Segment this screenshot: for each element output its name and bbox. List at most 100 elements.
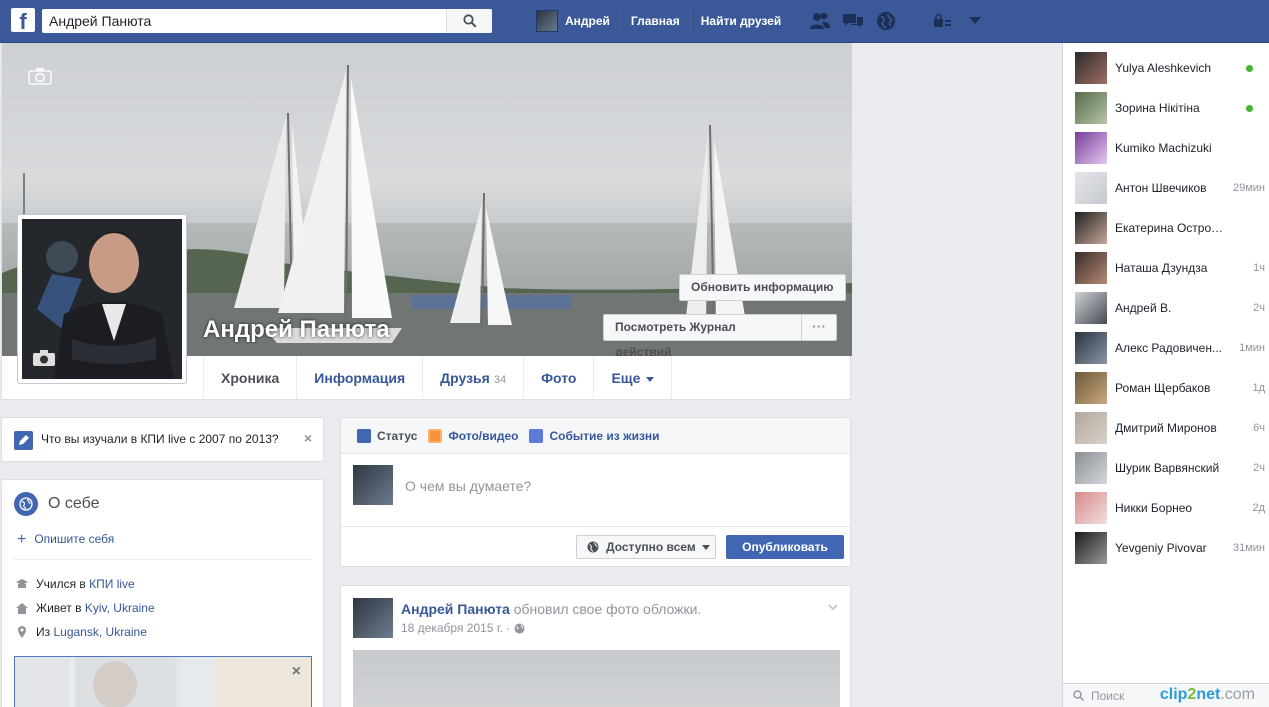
privacy-shortcuts-icon[interactable] <box>930 10 954 32</box>
chat-contact[interactable]: Yulya Aleshkevich <box>1075 52 1265 84</box>
chat-contact[interactable]: Дмитрий Миронов 6ч <box>1075 412 1265 444</box>
contact-avatar <box>1075 412 1107 444</box>
search-button[interactable] <box>446 9 492 33</box>
chat-contact[interactable]: Наташа Дзундза 1ч <box>1075 252 1265 284</box>
pencil-icon <box>357 428 371 443</box>
chat-contact[interactable]: Никки Борнео 2д <box>1075 492 1265 524</box>
publish-button[interactable]: Опубликовать <box>726 535 844 559</box>
last-active-time: 1ч <box>1253 262 1265 274</box>
messages-icon[interactable] <box>841 10 865 32</box>
contact-avatar <box>1075 372 1107 404</box>
post-header: Андрей Панюта обновил свое фото обложки. <box>401 601 702 617</box>
online-status-icon <box>1246 104 1253 112</box>
flag-icon <box>529 428 544 443</box>
composer-footer: Доступно всем Опубликовать <box>341 526 850 566</box>
profile-picture[interactable] <box>17 214 187 384</box>
facebook-logo-icon[interactable]: f <box>11 8 35 32</box>
friends-count: 34 <box>493 374 507 386</box>
chat-contact[interactable]: Антон Швечиков 29мин <box>1075 172 1265 204</box>
friend-requests-icon[interactable] <box>808 10 832 32</box>
chat-contact[interactable]: Kumiko Machizuki <box>1075 132 1265 164</box>
globe-icon <box>14 492 38 516</box>
education-icon <box>16 578 28 590</box>
nav-find-friends-link[interactable]: Найти друзей <box>691 10 791 32</box>
more-options-button[interactable]: ··· <box>801 314 837 341</box>
tab-about[interactable]: Информация <box>297 356 424 400</box>
audience-selector[interactable]: Доступно всем <box>576 535 716 559</box>
chat-contact[interactable]: Роман Щербаков 1д <box>1075 372 1265 404</box>
tab-more[interactable]: Еще <box>594 356 673 400</box>
contact-avatar <box>1075 252 1107 284</box>
globe-icon <box>514 623 525 633</box>
describe-yourself-link[interactable]: + Опишите себя <box>17 531 114 549</box>
chat-contact[interactable]: Андрей В. 2ч <box>1075 292 1265 324</box>
contact-avatar <box>1075 212 1107 244</box>
post-author-avatar[interactable] <box>353 598 393 638</box>
contact-name: Антон Швечиков <box>1115 181 1207 195</box>
contact-name: Наташа Дзундза <box>1115 261 1208 275</box>
contact-name: Екатерина Остроумова <box>1115 221 1225 235</box>
search-icon <box>1073 690 1084 701</box>
education-row: Учился в КПИ live <box>16 577 135 591</box>
post-author-link[interactable]: Андрей Панюта <box>401 601 510 617</box>
composer-tab-life-event[interactable]: Событие из жизни <box>529 428 660 443</box>
post-image[interactable] <box>353 650 840 707</box>
contact-name: Kumiko Machizuki <box>1115 141 1212 155</box>
chevron-down-icon <box>646 376 655 382</box>
contact-avatar <box>1075 452 1107 484</box>
chat-contact[interactable]: Екатерина Остроумова <box>1075 212 1265 244</box>
last-active-time: 31мин <box>1232 542 1265 554</box>
status-input[interactable]: О чем вы думаете? <box>405 478 531 494</box>
tab-friends[interactable]: Друзья 34 <box>423 356 525 400</box>
composer-tabs: Статус Фото/видео Событие из жизни <box>341 418 850 454</box>
chat-contact[interactable]: Yevgeniy Pivovar 31мин <box>1075 532 1265 564</box>
online-status-icon <box>1246 64 1253 72</box>
clip2net-watermark: clip2net.com <box>1159 686 1255 703</box>
residence-link[interactable]: Kyiv, Ukraine <box>85 601 155 615</box>
composer-tab-photo[interactable]: Фото/видео <box>428 428 518 443</box>
tab-timeline[interactable]: Хроника <box>203 356 298 400</box>
about-header: О себе <box>14 492 100 516</box>
education-link[interactable]: КПИ live <box>89 577 135 591</box>
hometown-link[interactable]: Lugansk, Ukraine <box>53 625 146 639</box>
contact-name: Yulya Aleshkevich <box>1115 61 1212 75</box>
last-active-time: 2д <box>1252 502 1265 514</box>
account-menu-chevron-down-icon[interactable] <box>963 10 987 32</box>
last-active-time: 2ч <box>1253 302 1265 314</box>
chat-search[interactable]: Поиск clip2net.com <box>1063 683 1269 707</box>
hometown-row: Из Lugansk, Ukraine <box>16 625 147 639</box>
study-prompt-text[interactable]: Что вы изучали в КПИ live с 2007 по 2013… <box>41 432 279 446</box>
close-icon[interactable]: × <box>304 430 312 446</box>
chat-contact[interactable]: Шурик Варвянский 2ч <box>1075 452 1265 484</box>
tab-photos[interactable]: Фото <box>524 356 595 400</box>
contact-avatar <box>1075 52 1107 84</box>
profile-camera-icon[interactable] <box>32 349 56 370</box>
photo-icon <box>428 428 443 443</box>
chevron-down-icon <box>701 544 710 550</box>
location-pin-icon <box>16 626 28 638</box>
nav-home-link[interactable]: Главная <box>621 10 691 32</box>
composer-tab-status[interactable]: Статус <box>357 428 417 443</box>
chevron-down-icon[interactable] <box>828 600 838 611</box>
chat-contact[interactable]: Алекс Радовичен... 1мин <box>1075 332 1265 364</box>
profile-header: Андрей Панюта Обновить информацию Посмот… <box>1 43 852 400</box>
post-timestamp[interactable]: 18 декабря 2015 г. · <box>401 621 525 635</box>
nav-profile-link[interactable]: Андрей <box>558 10 621 32</box>
profile-tabs: Хроника Информация Друзья 34 Фото Еще <box>203 356 673 400</box>
featured-photos[interactable]: × <box>14 656 312 707</box>
profile-name[interactable]: Андрей Панюта <box>203 316 390 344</box>
contact-name: Зорина Нікітіна <box>1115 101 1200 115</box>
contact-name: Дмитрий Миронов <box>1115 421 1217 435</box>
close-icon[interactable]: × <box>292 663 301 681</box>
user-avatar[interactable] <box>536 10 558 32</box>
activity-log-button[interactable]: Посмотреть Журнал действий <box>603 314 802 356</box>
divider <box>14 559 311 560</box>
last-active-time: 6ч <box>1253 422 1265 434</box>
notifications-globe-icon[interactable] <box>874 10 898 32</box>
last-active-time: 1д <box>1252 382 1265 394</box>
chat-contact[interactable]: Зорина Нікітіна <box>1075 92 1265 124</box>
search-input[interactable] <box>42 9 442 33</box>
last-active-time: 1мин <box>1239 342 1265 354</box>
update-info-button[interactable]: Обновить информацию <box>679 274 846 301</box>
cover-camera-icon[interactable] <box>28 67 52 88</box>
